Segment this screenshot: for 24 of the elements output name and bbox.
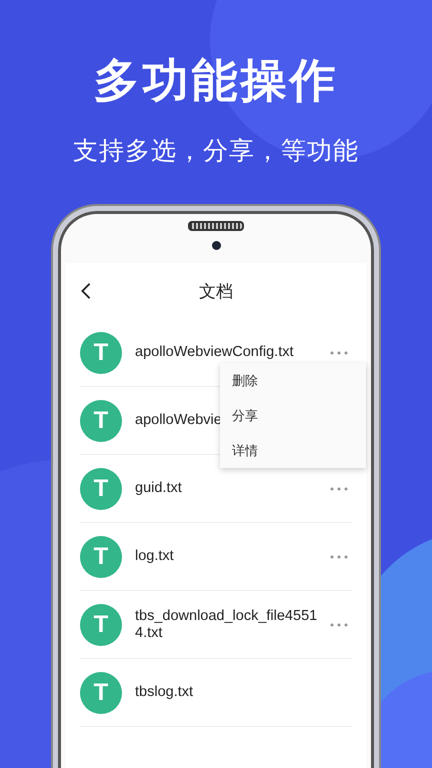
camera-icon <box>212 241 220 250</box>
file-name[interactable]: tbs_download_lock_file45514.txt <box>135 608 330 642</box>
file-avatar: T <box>80 672 122 714</box>
more-icon[interactable] <box>330 486 348 490</box>
file-avatar: T <box>80 400 122 442</box>
back-icon[interactable] <box>80 282 92 300</box>
file-avatar: T <box>80 332 122 374</box>
more-icon[interactable] <box>330 554 348 558</box>
speaker-icon <box>188 221 244 231</box>
headline: 多功能操作 <box>94 53 338 108</box>
menu-item[interactable]: 详情 <box>220 433 366 468</box>
file-name[interactable]: guid.txt <box>135 480 330 497</box>
screen-title: 文档 <box>199 280 233 302</box>
more-icon[interactable] <box>330 350 348 354</box>
file-name[interactable]: tbslog.txt <box>135 684 330 701</box>
file-avatar: T <box>80 468 122 510</box>
menu-item[interactable]: 删除 <box>220 363 366 398</box>
more-icon[interactable] <box>330 622 348 626</box>
file-avatar: T <box>80 536 122 578</box>
menu-item[interactable]: 分享 <box>220 398 366 433</box>
file-name[interactable]: apolloWebviewConfig.txt <box>135 344 330 361</box>
file-avatar: T <box>80 604 122 646</box>
subtitle: 支持多选，分享，等功能 <box>73 136 359 167</box>
file-name[interactable]: log.txt <box>135 548 330 565</box>
